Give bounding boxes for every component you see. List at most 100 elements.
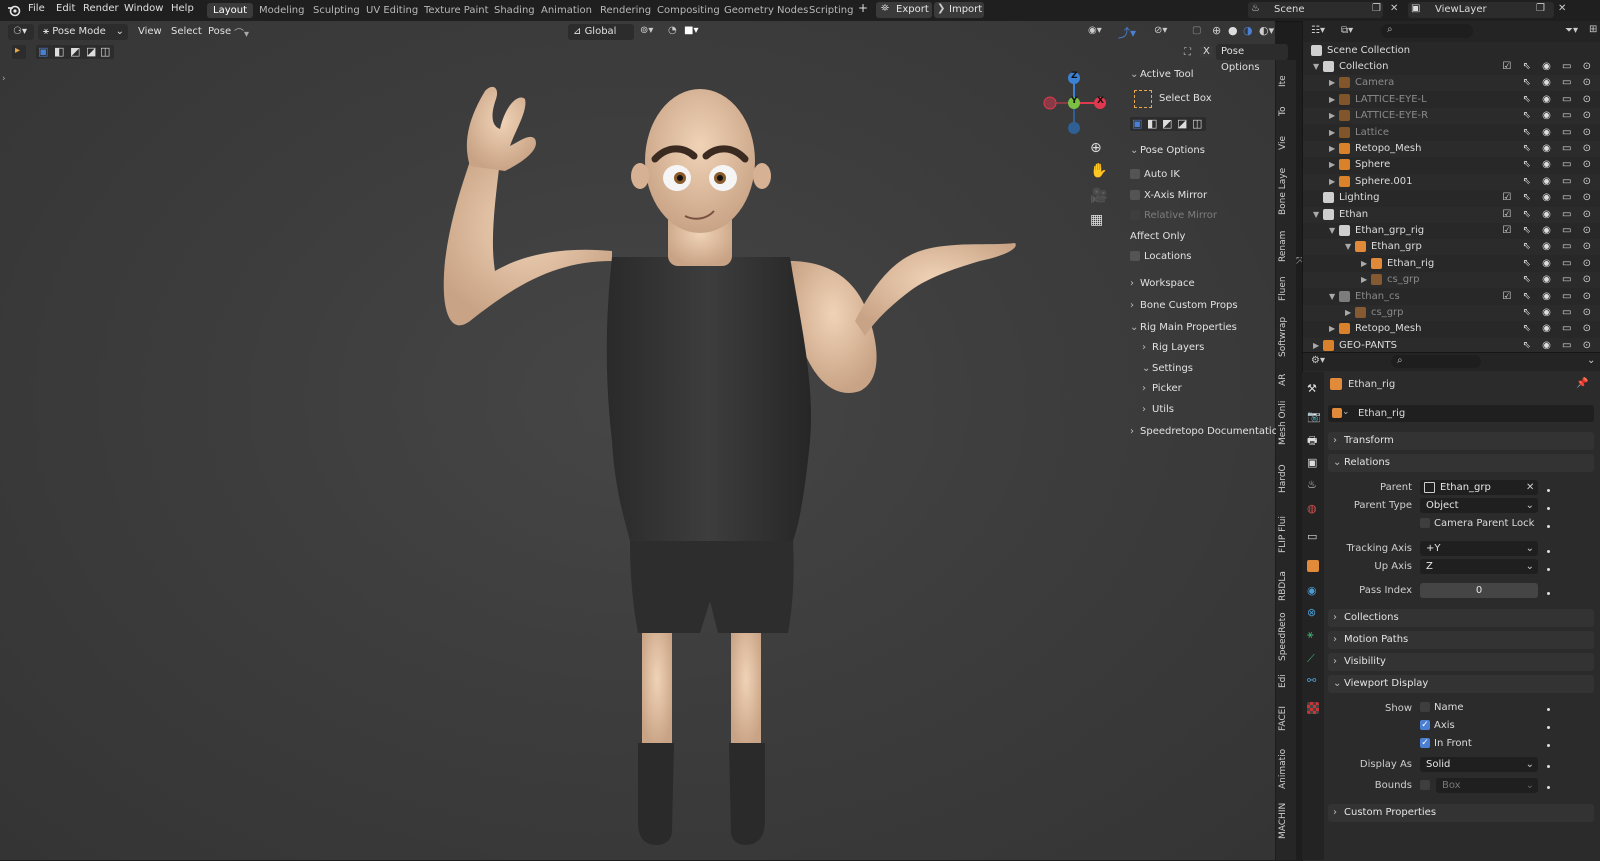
- new-viewlayer-icon[interactable]: ❐: [1536, 3, 1545, 14]
- restriction-toggle-icons[interactable]: ☑ ⇖ ◉ ▭ ⊙: [1502, 223, 1595, 239]
- new-collection-icon[interactable]: ⊞: [1589, 24, 1597, 35]
- rig-layers-header[interactable]: › Rig Layers: [1142, 342, 1204, 353]
- tab-shading[interactable]: Shading: [488, 3, 541, 18]
- relative-mirror-check[interactable]: [1130, 210, 1140, 220]
- blender-logo-icon[interactable]: [7, 3, 21, 17]
- expand-arrow-icon[interactable]: ▼: [1345, 239, 1351, 255]
- tab-bone-layers[interactable]: Bone Laye: [1278, 164, 1294, 218]
- select-box-icon[interactable]: [1134, 90, 1152, 108]
- animate-property-dot[interactable]: [1547, 592, 1550, 595]
- properties-search-input[interactable]: ⌕: [1391, 355, 1481, 368]
- restriction-toggle-icons[interactable]: ⇖ ◉ ▭ ⊙: [1523, 239, 1595, 255]
- tab-speedretopo[interactable]: SpeedReto: [1278, 612, 1294, 662]
- tab-rbdlab[interactable]: RBDLa: [1278, 566, 1294, 606]
- wireframe-shading-icon[interactable]: ⊕: [1212, 24, 1221, 37]
- collapse-arrow-icon[interactable]: ▶: [1329, 92, 1335, 108]
- editor-type-selector[interactable]: ⚆▾: [8, 24, 34, 40]
- animate-property-dot[interactable]: [1547, 489, 1550, 492]
- outliner-item[interactable]: ▶ LATTICE-EYE-L ⇖ ◉ ▭ ⊙: [1303, 92, 1600, 108]
- picker-header[interactable]: › Picker: [1142, 383, 1182, 394]
- mode-intersect-icon[interactable]: ◫: [1192, 117, 1202, 130]
- mode-difference-icon[interactable]: ◪: [1177, 117, 1187, 130]
- select-new-icon[interactable]: ▣: [38, 45, 48, 58]
- expand-arrow-icon[interactable]: ▼: [1329, 223, 1335, 239]
- camera-view-icon[interactable]: 🎥: [1090, 188, 1107, 204]
- auto-ik-check[interactable]: [1130, 169, 1140, 179]
- workspace-header[interactable]: › Workspace: [1130, 278, 1195, 289]
- mode-extend-icon[interactable]: ◧: [1147, 117, 1157, 130]
- collections-panel-header[interactable]: › Collections: [1328, 609, 1594, 627]
- restriction-toggle-icons[interactable]: ⇖ ◉ ▭ ⊙: [1523, 256, 1595, 272]
- proportional-edit-icon[interactable]: ◔: [668, 25, 677, 36]
- show-name-check[interactable]: [1420, 702, 1430, 712]
- toolbar-expand-icon[interactable]: ›: [2, 74, 6, 84]
- mode-selector[interactable]: ⚹ Pose Mode ⌄: [38, 24, 128, 40]
- filter-icon[interactable]: ⏷▾: [1565, 25, 1578, 36]
- menu-edit[interactable]: Edit: [56, 3, 75, 14]
- view-layer-tab-icon[interactable]: ▣: [1307, 456, 1319, 469]
- navigation-gizmo[interactable]: Z X Y: [1040, 68, 1110, 138]
- chevron-down-icon[interactable]: ⌄: [1587, 355, 1595, 366]
- locations-checkbox[interactable]: Locations: [1130, 251, 1192, 262]
- object-datablock-field[interactable]: ⌄ Ethan_rig: [1328, 405, 1594, 422]
- restriction-toggle-icons[interactable]: ☑ ⇖ ◉ ▭ ⊙: [1502, 59, 1595, 75]
- xray-icon[interactable]: ▢: [1192, 25, 1201, 36]
- mode-new-icon[interactable]: ▣: [1132, 117, 1142, 130]
- tab-ar[interactable]: AR: [1278, 370, 1294, 390]
- restriction-toggle-icons[interactable]: ⇖ ◉ ▭ ⊙: [1523, 174, 1595, 190]
- outliner-editor-icon[interactable]: ☷▾: [1311, 25, 1325, 36]
- collapse-arrow-icon[interactable]: ▶: [1329, 174, 1335, 190]
- viewlayer-selector[interactable]: ▣ ViewLayer ❐: [1408, 2, 1554, 18]
- tab-rendering[interactable]: Rendering: [594, 3, 657, 18]
- pass-index-field[interactable]: 0: [1420, 583, 1538, 598]
- collapse-arrow-icon[interactable]: ▶: [1361, 272, 1367, 288]
- animate-property-dot[interactable]: [1547, 726, 1550, 729]
- visibility-icon[interactable]: ◉▾: [1088, 25, 1102, 36]
- restriction-toggle-icons[interactable]: ⇖ ◉ ▭ ⊙: [1523, 141, 1595, 157]
- animate-property-dot[interactable]: [1547, 550, 1550, 553]
- relative-mirror-checkbox[interactable]: Relative Mirror: [1130, 210, 1217, 221]
- expand-arrow-icon[interactable]: ▼: [1313, 207, 1319, 223]
- animate-property-dot[interactable]: [1547, 765, 1550, 768]
- collection-tab-icon[interactable]: ▭: [1307, 530, 1319, 543]
- select-extend-icon[interactable]: ◧: [54, 45, 64, 58]
- scene-selector[interactable]: ♨ Scene ❐: [1248, 2, 1383, 18]
- viewlayer-close-icon[interactable]: ✕: [1558, 3, 1566, 14]
- collapse-arrow-icon[interactable]: ▶: [1329, 75, 1335, 91]
- outliner-item[interactable]: ▼ Ethan_grp ⇖ ◉ ▭ ⊙: [1303, 239, 1600, 256]
- export-button[interactable]: ⛯ Export: [876, 2, 932, 18]
- restriction-toggle-icons[interactable]: ⇖ ◉ ▭ ⊙: [1523, 92, 1595, 108]
- collapse-arrow-icon[interactable]: ▶: [1361, 256, 1367, 272]
- restriction-toggle-icons[interactable]: ⇖ ◉ ▭ ⊙: [1523, 75, 1595, 91]
- menu-help[interactable]: Help: [171, 3, 194, 14]
- restriction-toggle-icons[interactable]: ⇖ ◉ ▭ ⊙: [1523, 305, 1595, 321]
- tab-geometry-nodes[interactable]: Geometry Nodes: [718, 3, 814, 18]
- armature-data-tab-icon[interactable]: ⚹: [1307, 628, 1319, 641]
- camera-parent-lock-checkbox[interactable]: Camera Parent Lock: [1420, 518, 1560, 532]
- outliner-item[interactable]: ▶ cs_grp ⇖ ◉ ▭ ⊙: [1303, 272, 1600, 289]
- tab-fluent[interactable]: Fluen: [1278, 272, 1294, 306]
- new-scene-icon[interactable]: ❐: [1372, 3, 1381, 14]
- pin-icon[interactable]: 📌: [1576, 378, 1588, 389]
- bounds-checkbox[interactable]: [1420, 780, 1434, 791]
- outliner-item[interactable]: ▶ LATTICE-EYE-R ⇖ ◉ ▭ ⊙: [1303, 108, 1600, 125]
- settings-header[interactable]: ⌄ Settings: [1142, 363, 1193, 374]
- tab-softwrap[interactable]: Softwrap: [1278, 314, 1294, 360]
- tab-animation[interactable]: Animatio: [1278, 746, 1294, 792]
- pose-options-icon[interactable]: ⛶: [1184, 47, 1191, 58]
- select-subtract-icon[interactable]: ◩: [70, 45, 80, 58]
- restriction-toggle-icons[interactable]: ⇖ ◉ ▭ ⊙: [1523, 321, 1595, 337]
- restriction-toggle-icons[interactable]: ⇖ ◉ ▭ ⊙: [1523, 157, 1595, 173]
- outliner-item[interactable]: ▼ Ethan_cs ☑ ⇖ ◉ ▭ ⊙: [1303, 289, 1600, 305]
- collapse-arrow-icon[interactable]: ▶: [1329, 125, 1335, 141]
- rendered-shading-icon[interactable]: ◐▾: [1259, 24, 1274, 37]
- outliner-item[interactable]: ▶ Retopo_Mesh ⇖ ◉ ▭ ⊙: [1303, 141, 1600, 157]
- outliner-item[interactable]: ▶ Lattice ⇖ ◉ ▭ ⊙: [1303, 125, 1600, 141]
- outliner-scene-collection[interactable]: Scene Collection: [1303, 43, 1600, 59]
- x-mirror-toggle[interactable]: X: [1200, 46, 1213, 57]
- object-constraints-tab-icon[interactable]: ⊗: [1307, 606, 1319, 619]
- 3d-viewport[interactable]: [0, 21, 1275, 860]
- tab-tool[interactable]: To: [1278, 100, 1294, 122]
- transform-orientation-selector[interactable]: ⊿ Global: [568, 24, 634, 40]
- collapse-arrow-icon[interactable]: ▶: [1329, 141, 1335, 157]
